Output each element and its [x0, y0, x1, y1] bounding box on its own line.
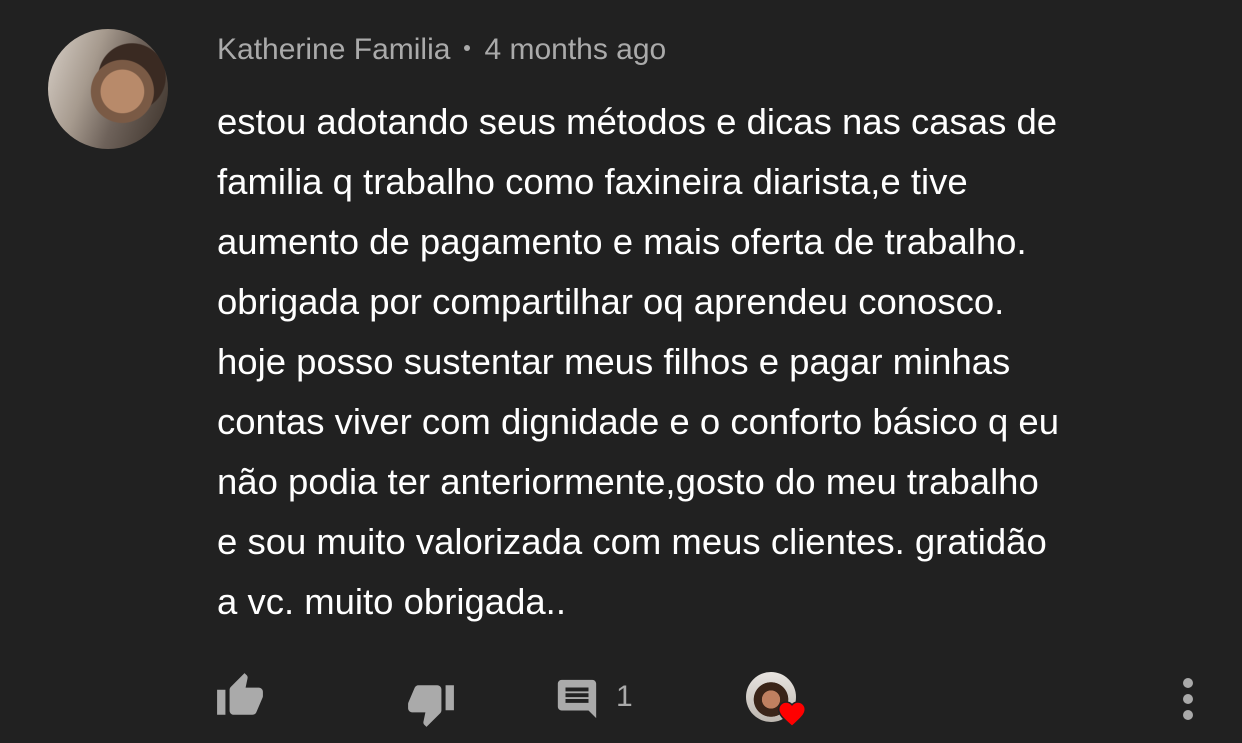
comment-header: Katherine Familia 4 months ago	[217, 30, 666, 70]
comment-text-line: não podia ter anteriormente,gosto do meu…	[217, 461, 1039, 502]
comment-thread: Katherine Familia 4 months ago estou adot…	[0, 0, 1242, 743]
comment-icon	[557, 679, 597, 719]
reply-count[interactable]: 1	[616, 677, 633, 717]
more-options-button[interactable]	[1166, 674, 1210, 724]
comment-text-line: estou adotando seus métodos e dicas nas …	[217, 101, 1058, 142]
reply-button[interactable]	[552, 674, 602, 724]
comment-text: estou adotando seus métodos e dicas nas …	[217, 92, 1217, 632]
author-name[interactable]: Katherine Familia	[217, 33, 450, 66]
comment-text-line: e sou muito valorizada com meus clientes…	[217, 521, 1047, 562]
comment-actions: 1	[0, 664, 1242, 734]
comment-text-line: a vc. muito obrigada..	[217, 581, 566, 622]
separator-dot	[464, 45, 471, 52]
thumbs-down-icon	[408, 685, 454, 727]
creator-heart-badge	[746, 672, 808, 732]
comment-text-line: aumento de pagamento e mais oferta de tr…	[217, 221, 1027, 262]
comment-text-line: familia q trabalho como faxineira diaris…	[217, 161, 968, 202]
author-avatar[interactable]	[48, 29, 168, 149]
dislike-button[interactable]	[405, 678, 457, 730]
heart-icon	[777, 701, 807, 728]
thumbs-up-icon	[217, 673, 263, 715]
comment-text-line: hoje posso sustentar meus filhos e pagar…	[217, 341, 1011, 382]
comment-time[interactable]: 4 months ago	[484, 33, 666, 66]
like-button[interactable]	[214, 670, 266, 722]
comment-text-line: contas viver com dignidade e o conforto …	[217, 401, 1060, 442]
comment-text-line: obrigada por compartilhar oq aprendeu co…	[217, 281, 1005, 322]
